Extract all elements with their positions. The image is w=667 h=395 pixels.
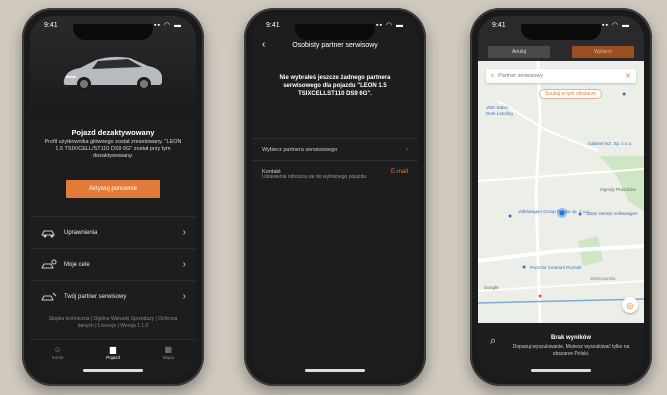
tab-label: Konto bbox=[51, 354, 64, 360]
no-results-title: Brak wyników bbox=[550, 335, 591, 341]
search-input[interactable]: Partner serwisowy bbox=[498, 73, 543, 79]
locate-me-button[interactable]: ◎ bbox=[622, 297, 638, 313]
notch bbox=[521, 24, 601, 40]
notch bbox=[73, 24, 153, 40]
map-roads bbox=[478, 61, 644, 323]
phone-map-search: 9:41 ▪▪▪ ◠ ▬ Anuluj Wybierz ⌕ Partner se… bbox=[470, 8, 652, 386]
menu-item-label: Uprawnienia bbox=[64, 229, 98, 236]
cancel-button[interactable]: Anuluj bbox=[488, 46, 550, 58]
tab-map[interactable]: ▦ Mapa bbox=[141, 340, 196, 364]
map-label: VDK Salon bbox=[486, 105, 509, 110]
map-label: Porsche Centrum Poznań bbox=[530, 265, 582, 270]
settings-note: Ustawienia odnoszą się do wybranego poja… bbox=[262, 174, 367, 180]
crosshair-icon: ◎ bbox=[626, 300, 634, 310]
map-pin-icon[interactable]: ● bbox=[622, 91, 626, 98]
tab-label: Mapa bbox=[162, 354, 174, 360]
search-bar[interactable]: ⌕ Partner serwisowy ✕ bbox=[486, 69, 636, 83]
status-time: 9:41 bbox=[44, 21, 58, 29]
car-location-icon bbox=[41, 259, 57, 268]
home-indicator bbox=[305, 369, 365, 372]
status-time: 9:41 bbox=[492, 21, 506, 29]
search-this-area-button[interactable]: Szukaj w tym obszarze bbox=[539, 89, 603, 99]
status-icons: ▪▪▪ ◠ ▬ bbox=[150, 22, 182, 29]
vehicle-status-title: Pojazd dezaktywowany bbox=[71, 128, 155, 137]
chevron-right-icon: › bbox=[182, 291, 186, 302]
map-view[interactable]: ⌕ Partner serwisowy ✕ Szukaj w tym obsza… bbox=[478, 61, 644, 323]
bottom-tab-bar: ☺ Konto ▆ Pojazd ▦ Mapa bbox=[30, 339, 196, 364]
map-label: Salon Serwis Volkswagen bbox=[586, 211, 638, 216]
menu-item-label: Moje cele bbox=[64, 261, 90, 268]
service-car-icon bbox=[41, 292, 57, 300]
car-image bbox=[63, 56, 162, 91]
select-partner-row[interactable]: Wybierz partnera serwisowego › bbox=[252, 138, 418, 161]
no-results-description: Dopasuj wyszukiwanie. Możesz wyszukiwać … bbox=[512, 344, 630, 357]
search-icon: ⌕ bbox=[491, 72, 495, 79]
car-key-icon bbox=[41, 230, 55, 237]
select-button[interactable]: Wybierz bbox=[572, 46, 634, 58]
tab-vehicle[interactable]: ▆ Pojazd bbox=[85, 340, 140, 364]
google-logo: Google bbox=[484, 285, 499, 290]
row-label: Wybierz partnera serwisowego bbox=[262, 147, 338, 153]
menu-item-destinations[interactable]: Moje cele › bbox=[30, 248, 196, 280]
legal-links[interactable]: Stopka techniczna | Ogólne Warunki Sprze… bbox=[44, 316, 182, 330]
menu-item-label: Twój partner serwisowy bbox=[64, 293, 127, 300]
chevron-right-icon: › bbox=[406, 147, 408, 153]
service-partner-screen: 9:41 ▪▪▪ ◠ ▬ ‹ Osobisty partner serwisow… bbox=[252, 16, 418, 378]
map-pin-icon[interactable]: ● bbox=[578, 211, 582, 218]
map-label: Gabinet NZ. Sp. z o.o. bbox=[588, 141, 633, 146]
map-search-screen: 9:41 ▪▪▪ ◠ ▬ Anuluj Wybierz ⌕ Partner se… bbox=[478, 16, 644, 378]
tab-account[interactable]: ☺ Konto bbox=[30, 340, 85, 364]
page-title: Osobisty partner serwisowy bbox=[292, 41, 378, 49]
home-indicator bbox=[531, 369, 591, 372]
car-icon: ▆ bbox=[109, 344, 117, 354]
clear-icon[interactable]: ✕ bbox=[625, 72, 631, 80]
vehicle-status-description: Profil użytkownika głównego został zrese… bbox=[44, 139, 182, 159]
reactivate-button[interactable]: Aktywuj ponownie bbox=[66, 180, 160, 198]
status-icons: ▪▪▪ ◠ ▬ bbox=[372, 22, 404, 29]
menu-item-permissions[interactable]: Uprawnienia › bbox=[30, 216, 196, 248]
magnifier-icon: ⌕ bbox=[490, 335, 497, 347]
menu-item-service-partner[interactable]: Twój partner serwisowy › bbox=[30, 280, 196, 312]
home-indicator bbox=[83, 369, 143, 372]
map-pin-icon[interactable]: ● bbox=[538, 293, 542, 300]
chevron-right-icon: › bbox=[182, 227, 186, 238]
map-label: Dom Landing bbox=[486, 111, 513, 116]
status-time: 9:41 bbox=[266, 21, 280, 29]
phone-service-partner: 9:41 ▪▪▪ ◠ ▬ ‹ Osobisty partner serwisow… bbox=[244, 8, 426, 386]
chevron-right-icon: › bbox=[182, 259, 186, 270]
tab-label: Pojazd bbox=[106, 354, 120, 360]
vehicle-screen: 9:41 ▪▪▪ ◠ ▬ Pojazd dezaktywowany Profil… bbox=[30, 16, 196, 378]
vehicle-menu: Uprawnienia › Moje cele › Twój partner s… bbox=[30, 216, 196, 312]
no-partner-message: Nie wybrałeś jeszcze żadnego partnera se… bbox=[279, 75, 391, 97]
notch bbox=[295, 24, 375, 40]
map-pin-icon[interactable]: ● bbox=[522, 264, 526, 271]
map-label: Ogrody Pruszków bbox=[600, 187, 636, 192]
user-icon: ☺ bbox=[53, 344, 62, 354]
back-arrow-icon[interactable]: ‹ bbox=[262, 36, 265, 54]
map-pin-icon[interactable]: ● bbox=[508, 213, 512, 220]
map-label: Warszawska bbox=[590, 276, 616, 281]
phone-vehicle: 9:41 ▪▪▪ ◠ ▬ Pojazd dezaktywowany Profil… bbox=[22, 8, 204, 386]
map-action-buttons: Anuluj Wybierz bbox=[488, 46, 634, 58]
map-icon: ▦ bbox=[164, 344, 173, 354]
status-icons: ▪▪▪ ◠ ▬ bbox=[598, 22, 630, 29]
